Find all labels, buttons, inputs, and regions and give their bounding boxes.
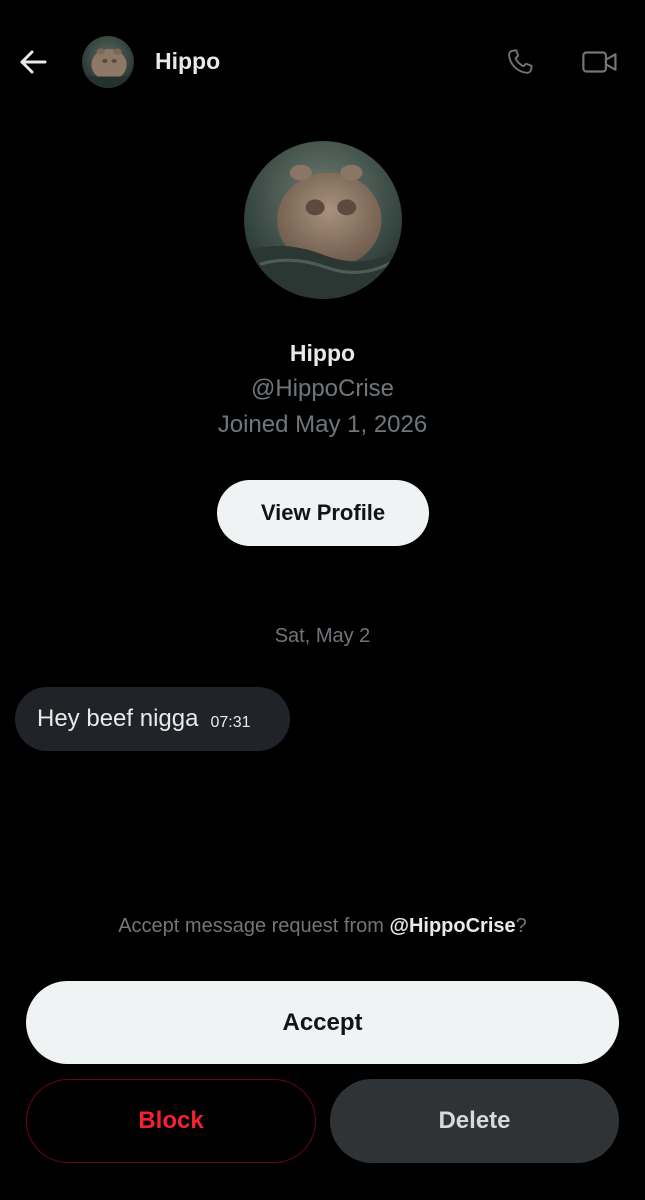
message-request-prompt: Accept message request from @HippoCrise?: [0, 915, 645, 938]
delete-button[interactable]: Delete: [330, 1079, 619, 1163]
top-bar: Hippo: [0, 0, 645, 124]
arrow-left-icon: [20, 50, 47, 74]
profile-handle: @HippoCrise: [250, 375, 395, 402]
voice-call-button[interactable]: [500, 44, 540, 80]
message-timestamp: 07:31: [210, 714, 251, 731]
message-bubble[interactable]: Hey beef nigga 07:31: [15, 687, 290, 751]
profile-joined-date: Joined May 1, 2026: [217, 411, 428, 438]
date-divider: Sat, May 2: [274, 625, 371, 647]
profile-name: Hippo: [289, 340, 356, 366]
hippo-profile-image: [244, 141, 402, 299]
hippo-avatar-image: [82, 36, 134, 88]
header-avatar[interactable]: [82, 36, 134, 88]
request-prompt-prefix: Accept message request from: [118, 915, 390, 937]
block-button[interactable]: Block: [26, 1079, 316, 1163]
accept-button[interactable]: Accept: [26, 981, 619, 1064]
request-prompt-suffix: ?: [515, 915, 527, 937]
request-prompt-handle[interactable]: @HippoCrise: [389, 915, 515, 937]
message-text: Hey beef nigga: [37, 705, 199, 732]
view-profile-button[interactable]: View Profile: [217, 480, 429, 546]
back-button[interactable]: [14, 44, 52, 80]
header-name[interactable]: Hippo: [155, 48, 220, 75]
video-call-button[interactable]: [578, 44, 622, 80]
profile-avatar[interactable]: [244, 141, 402, 299]
video-camera-icon: [582, 51, 617, 73]
phone-icon: [508, 49, 533, 74]
